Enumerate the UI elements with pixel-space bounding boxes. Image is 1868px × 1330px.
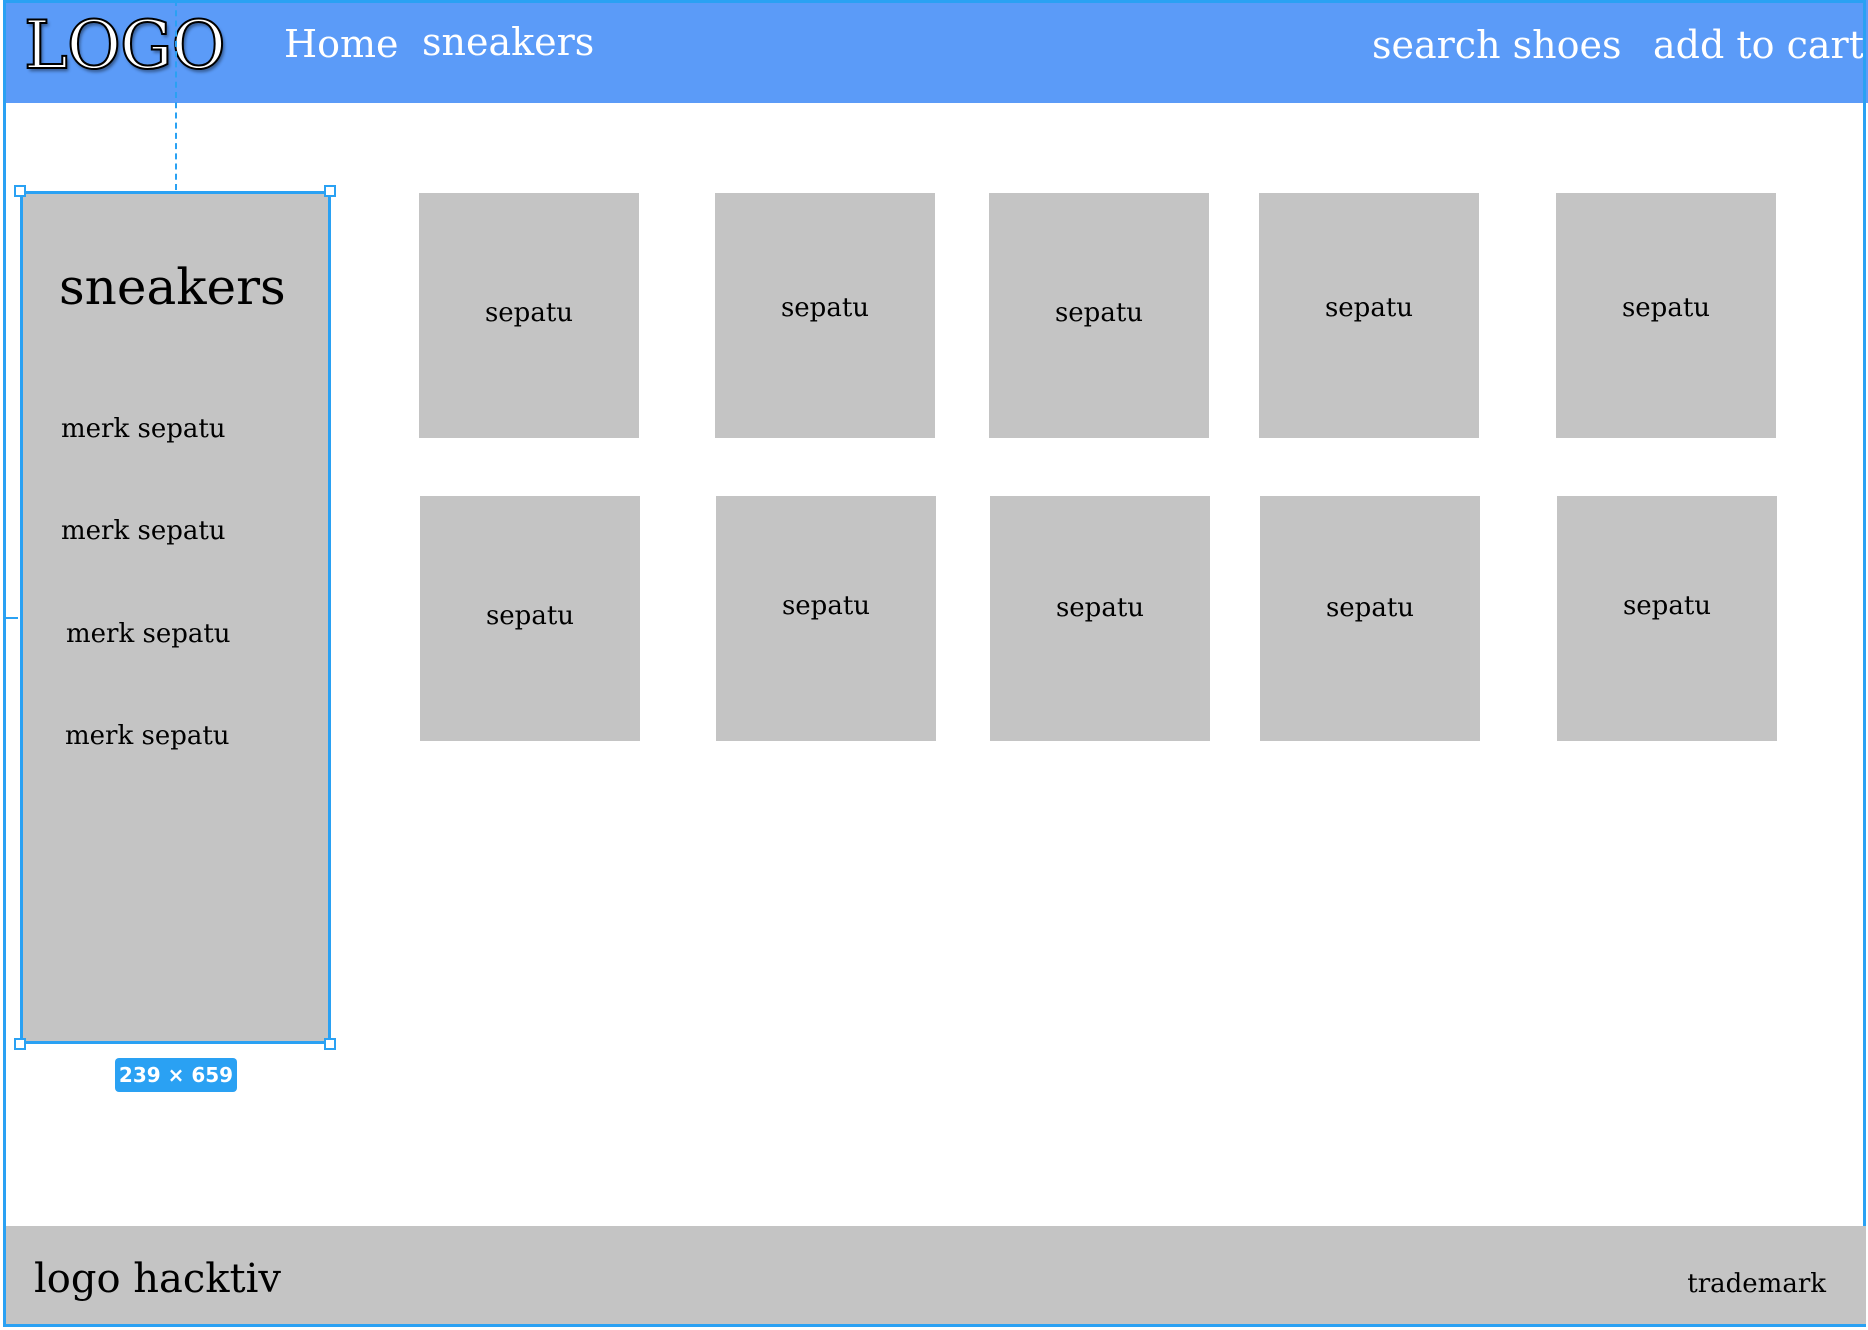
vertical-guide-line xyxy=(175,0,177,190)
product-card[interactable]: sepatu xyxy=(990,496,1210,741)
product-card[interactable]: sepatu xyxy=(716,496,936,741)
product-card-label: sepatu xyxy=(1054,298,1144,328)
product-card-label: sepatu xyxy=(1622,591,1712,621)
sidebar-item-brand-4[interactable]: merk sepatu xyxy=(65,719,230,753)
sidebar-item-brand-2[interactable]: merk sepatu xyxy=(61,514,226,548)
product-card-label: sepatu xyxy=(781,591,871,621)
product-card[interactable]: sepatu xyxy=(1259,193,1479,438)
sidebar-panel[interactable]: sneakers merk sepatu merk sepatu merk se… xyxy=(20,191,331,1044)
sidebar-item-brand-1[interactable]: merk sepatu xyxy=(61,412,226,446)
footer-logo[interactable]: logo hacktiv xyxy=(34,1254,281,1304)
footer-bar: logo hacktiv trademark xyxy=(6,1226,1866,1324)
footer-trademark: trademark xyxy=(1687,1269,1826,1299)
sidebar-title: sneakers xyxy=(59,258,286,316)
dimension-badge: 239 × 659 xyxy=(115,1058,237,1092)
resize-handle-top-right[interactable] xyxy=(324,185,336,197)
product-card[interactable]: sepatu xyxy=(1260,496,1480,741)
product-card[interactable]: sepatu xyxy=(1557,496,1777,741)
product-card[interactable]: sepatu xyxy=(715,193,935,438)
resize-handle-bottom-left[interactable] xyxy=(14,1038,26,1050)
product-card[interactable]: sepatu xyxy=(419,193,639,438)
sidebar-item-brand-3[interactable]: merk sepatu xyxy=(66,617,231,651)
horizontal-guide-line xyxy=(6,617,18,619)
product-card[interactable]: sepatu xyxy=(1556,193,1776,438)
resize-handle-bottom-right[interactable] xyxy=(324,1038,336,1050)
product-card-label: sepatu xyxy=(1324,293,1414,323)
product-card-label: sepatu xyxy=(484,298,574,328)
product-card-label: sepatu xyxy=(1621,293,1711,323)
product-card-label: sepatu xyxy=(1325,593,1415,623)
product-card[interactable]: sepatu xyxy=(989,193,1209,438)
product-card-label: sepatu xyxy=(485,601,575,631)
product-card[interactable]: sepatu xyxy=(420,496,640,741)
product-card-label: sepatu xyxy=(1055,593,1145,623)
resize-handle-top-left[interactable] xyxy=(14,185,26,197)
product-card-label: sepatu xyxy=(780,293,870,323)
